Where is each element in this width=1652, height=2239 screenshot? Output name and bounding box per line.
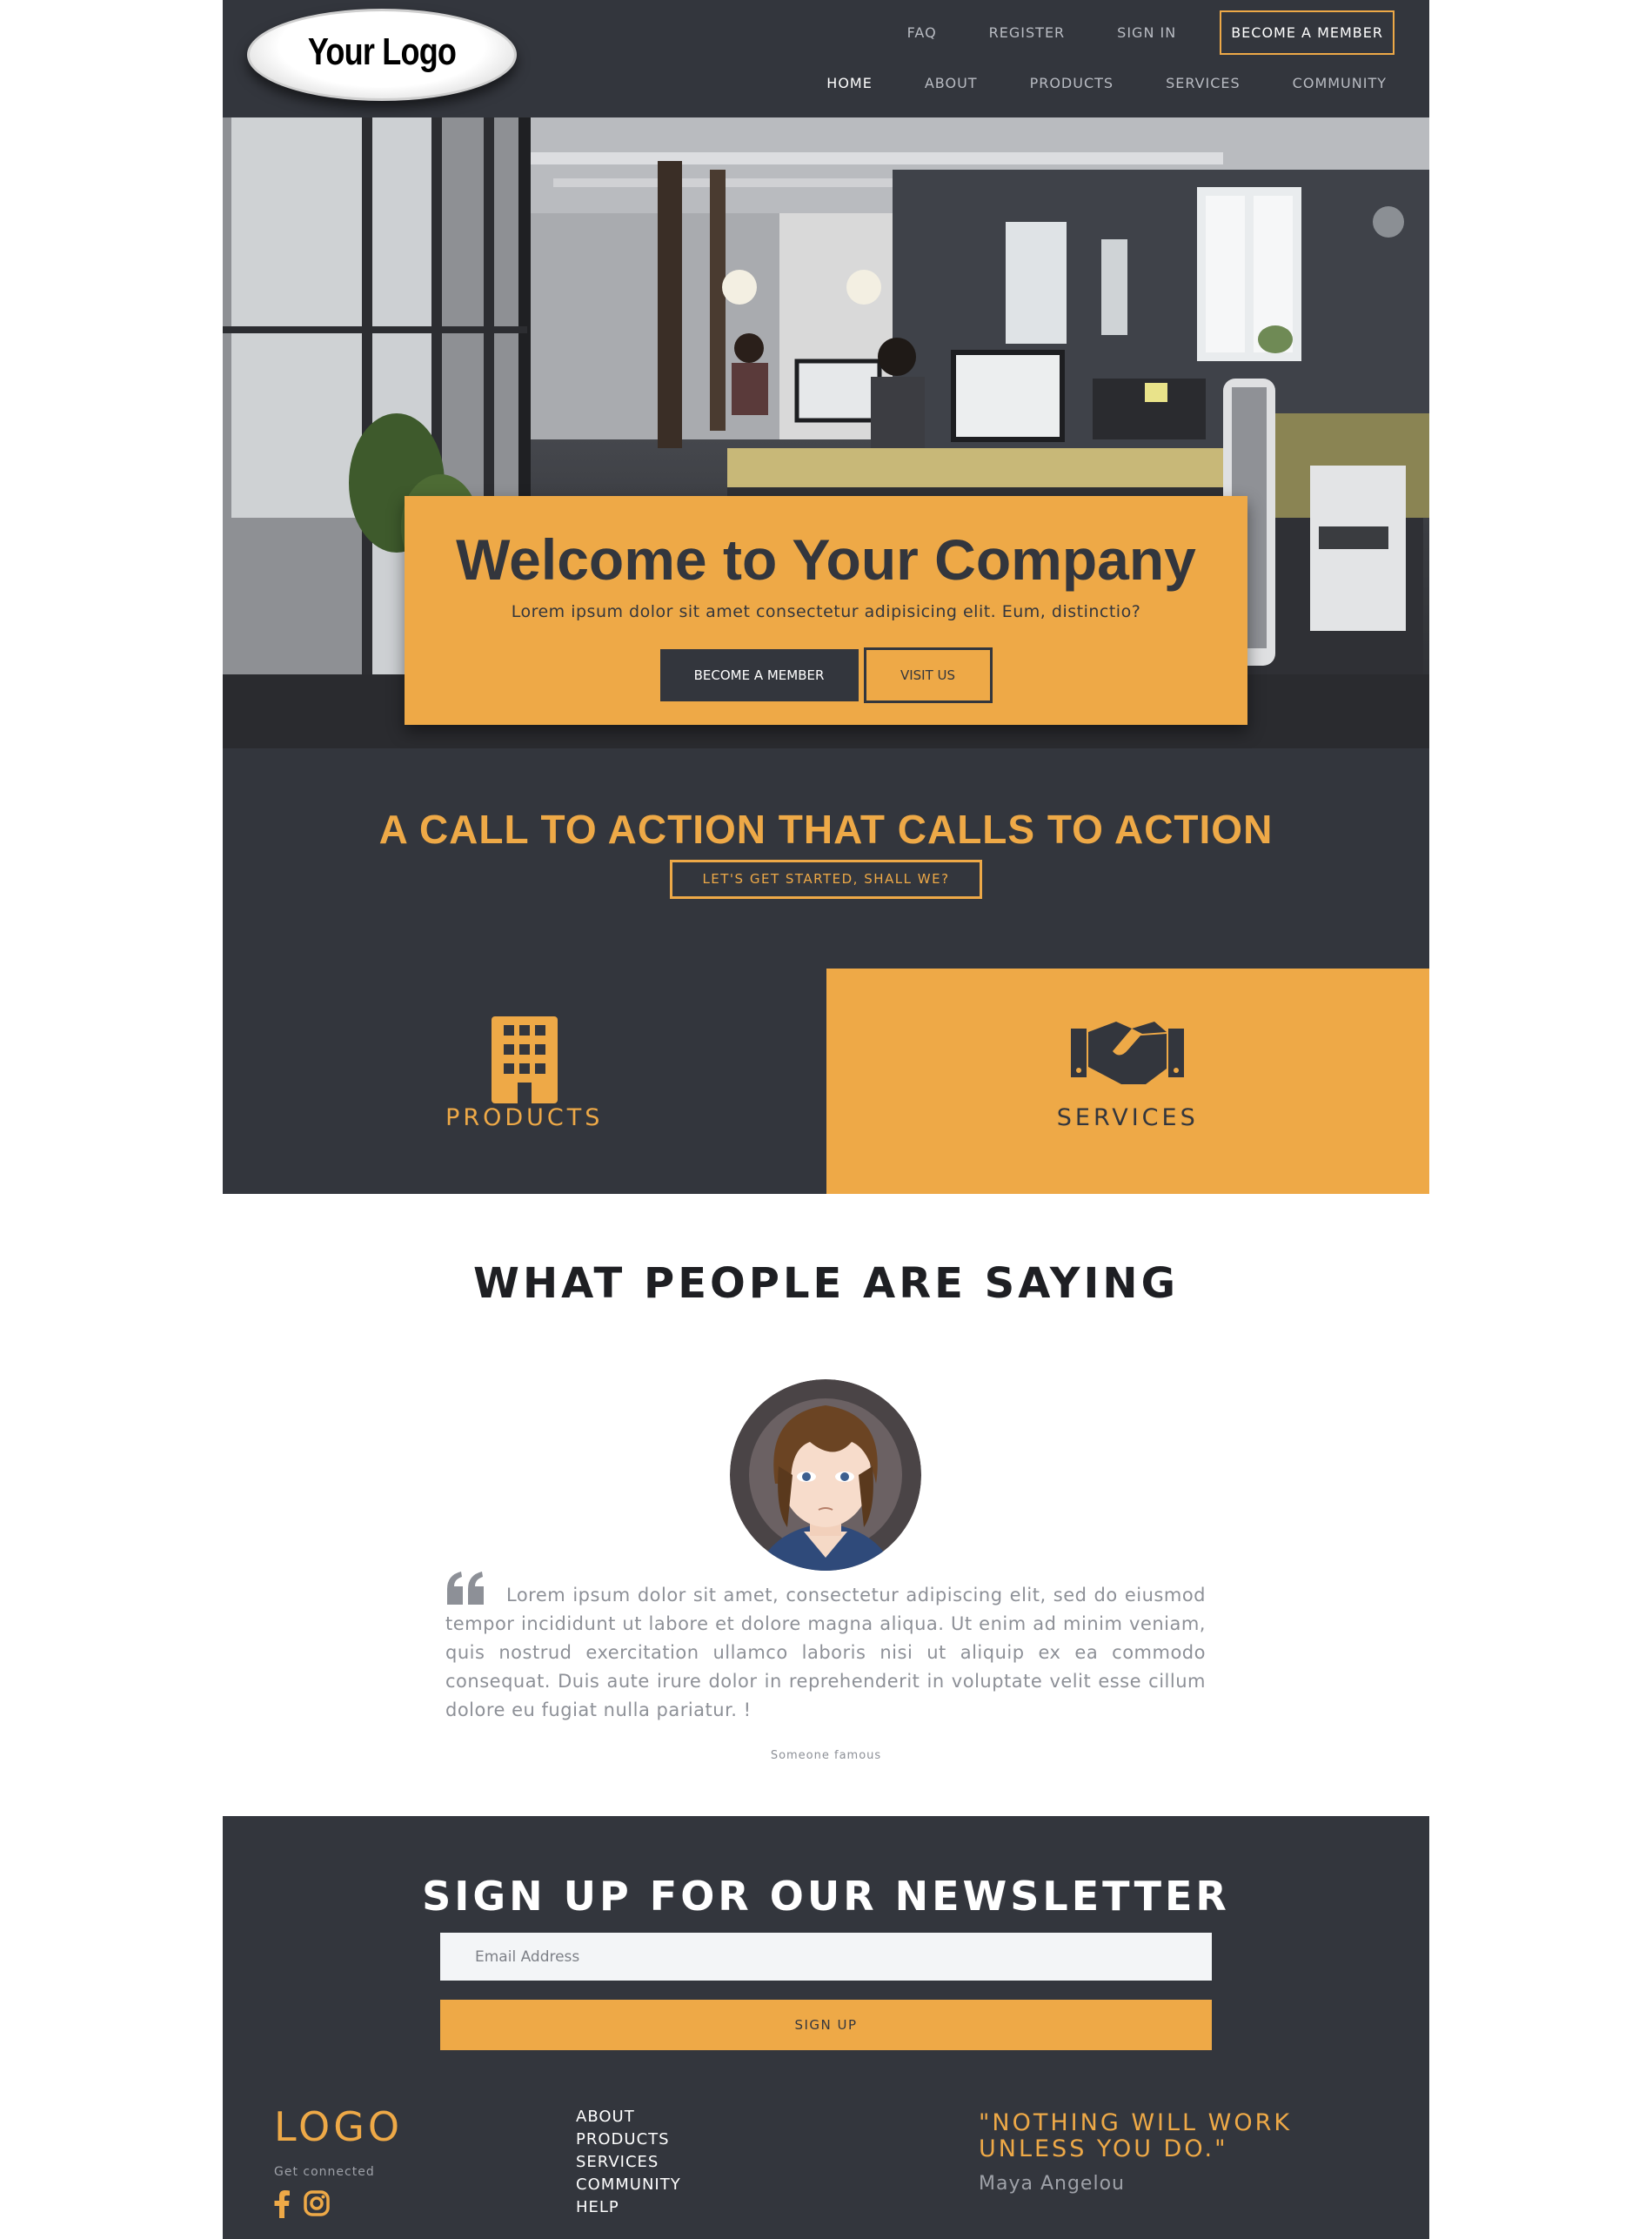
- logo-text: Your Logo: [307, 30, 457, 73]
- visit-us-button[interactable]: VISIT US: [863, 647, 993, 703]
- site-header: Your Logo FAQ REGISTER SIGN IN BECOME A …: [223, 0, 1429, 117]
- footer-logo[interactable]: LOGO: [274, 2103, 403, 2150]
- utility-nav: FAQ REGISTER SIGN IN BECOME A MEMBER: [855, 10, 1395, 56]
- footer-quote-author: Maya Angelou: [979, 2173, 1125, 2195]
- cta-section: A CALL TO ACTION THAT CALLS TO ACTION LE…: [223, 748, 1429, 969]
- site-footer: SIGN UP FOR OUR NEWSLETTER SIGN UP LOGO …: [223, 1816, 1429, 2239]
- footer-quote: "NOTHING WILL WORK UNLESS YOU DO.": [979, 2109, 1293, 2162]
- hero-section: Welcome to Your Company Lorem ipsum dolo…: [223, 117, 1429, 748]
- nav-link-community[interactable]: COMMUNITY: [1293, 75, 1387, 91]
- page: Your Logo FAQ REGISTER SIGN IN BECOME A …: [223, 0, 1429, 2239]
- cta-title: A CALL TO ACTION THAT CALLS TO ACTION: [378, 807, 1274, 852]
- sign-up-button[interactable]: SIGN UP: [440, 2000, 1212, 2050]
- get-started-button[interactable]: LET'S GET STARTED, SHALL WE?: [670, 860, 982, 899]
- nav-link-home[interactable]: HOME: [826, 75, 873, 91]
- hero-card: Welcome to Your Company Lorem ipsum dolo…: [405, 496, 1247, 725]
- testimonial-title: WHAT PEOPLE ARE SAYING: [473, 1259, 1179, 1308]
- become-member-header-button[interactable]: BECOME A MEMBER: [1220, 10, 1395, 55]
- footer-tagline: Get connected: [274, 2165, 375, 2179]
- footer-link-services[interactable]: SERVICES: [576, 2151, 681, 2174]
- nav-link-register[interactable]: REGISTER: [989, 24, 1066, 41]
- services-tile[interactable]: SERVICES: [826, 969, 1429, 1194]
- nav-link-products[interactable]: PRODUCTS: [1030, 75, 1114, 91]
- become-member-button[interactable]: BECOME A MEMBER: [659, 649, 859, 701]
- instagram-icon[interactable]: [304, 2190, 330, 2222]
- testimonial-author: Someone famous: [770, 1749, 882, 1762]
- avatar: [730, 1379, 921, 1571]
- logo[interactable]: Your Logo: [247, 9, 517, 101]
- social-links: [274, 2190, 344, 2222]
- hero-buttons: BECOME A MEMBER VISIT US: [405, 647, 1247, 703]
- products-tile[interactable]: PRODUCTS: [223, 969, 826, 1194]
- footer-link-help[interactable]: HELP: [576, 2196, 681, 2219]
- hero-title: Welcome to Your Company: [456, 527, 1196, 592]
- building-icon: [491, 1016, 558, 1103]
- nav-link-about[interactable]: ABOUT: [925, 75, 978, 91]
- footer-link-community[interactable]: COMMUNITY: [576, 2174, 681, 2196]
- products-tile-label: PRODUCTS: [445, 1104, 604, 1131]
- email-field[interactable]: [440, 1933, 1212, 1981]
- main-nav: HOME ABOUT PRODUCTS SERVICES COMMUNITY: [774, 75, 1387, 91]
- services-tile-label: SERVICES: [1056, 1104, 1199, 1131]
- feature-tiles: PRODUCTS SERVICES: [223, 969, 1429, 1194]
- nav-link-services[interactable]: SERVICES: [1166, 75, 1241, 91]
- handshake-icon: [1071, 1022, 1185, 1084]
- quote-icon: [447, 1572, 484, 1605]
- nav-link-faq[interactable]: FAQ: [907, 24, 937, 41]
- facebook-icon[interactable]: [274, 2190, 290, 2222]
- testimonial-quote: Lorem ipsum dolor sit amet, consectetur …: [445, 1572, 1206, 1725]
- nav-link-sign-in[interactable]: SIGN IN: [1117, 24, 1176, 41]
- footer-link-about[interactable]: ABOUT: [576, 2106, 681, 2128]
- newsletter-title: SIGN UP FOR OUR NEWSLETTER: [422, 1873, 1230, 1920]
- footer-links: ABOUT PRODUCTS SERVICES COMMUNITY HELP: [576, 2106, 681, 2219]
- hero-subtitle: Lorem ipsum dolor sit amet consectetur a…: [511, 602, 1141, 621]
- testimonial-quote-text: Lorem ipsum dolor sit amet, consectetur …: [445, 1585, 1206, 1720]
- footer-link-products[interactable]: PRODUCTS: [576, 2128, 681, 2151]
- avatar-illustration: [730, 1379, 921, 1571]
